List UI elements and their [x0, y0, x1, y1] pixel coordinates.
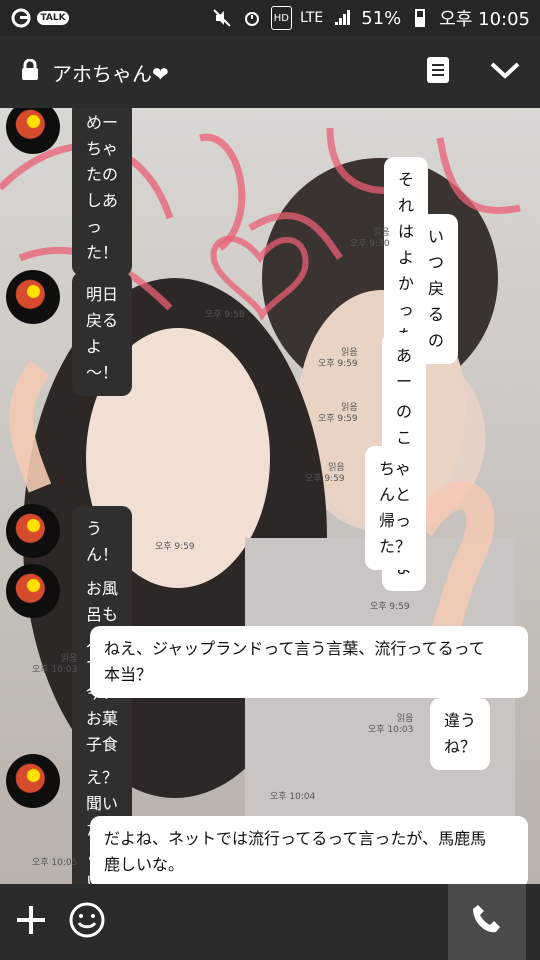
signal-icon — [331, 7, 353, 29]
message-time: 오후 10:04 — [270, 792, 316, 802]
call-button[interactable] — [448, 884, 526, 960]
message-time: 오후 9:58 — [205, 310, 245, 320]
read-indicator: 읽음 — [396, 714, 414, 724]
message-bubble[interactable]: めーちゃたのしあった！ — [72, 108, 132, 276]
read-indicator: 읽음 — [328, 463, 345, 473]
mute-icon — [211, 7, 233, 29]
message-meta: 읽음 오후 10:03 — [368, 714, 413, 736]
clock: 오후 10:05 — [439, 9, 530, 30]
talk-icon: TALK — [37, 7, 69, 29]
chevron-down-icon[interactable] — [490, 60, 520, 84]
message-time: 오후 9:30 — [350, 239, 390, 249]
avatar[interactable] — [6, 564, 60, 618]
message-meta: 읽음 오후 10:03 — [32, 654, 77, 676]
battery-percent: 51% — [361, 7, 402, 29]
message-time: 오후 9:59 — [305, 474, 345, 484]
message-meta: 읽음 오후 9:59 — [305, 463, 345, 485]
alarm-icon — [241, 7, 263, 29]
message-time: 오후 9:59 — [155, 542, 195, 552]
menu-icon[interactable] — [426, 56, 450, 88]
message-bubble[interactable]: だよね、ネットでは流行ってるって言ったが、馬鹿馬 鹿しいな。 — [90, 816, 528, 884]
battery-icon — [409, 7, 431, 29]
read-indicator: 읽음 — [60, 654, 78, 664]
message-time: 오후 10:03 — [32, 665, 78, 675]
message-meta: 읽음 오후 9:59 — [318, 403, 358, 425]
chat-title: アホちゃん❤ — [52, 61, 169, 86]
avatar[interactable] — [6, 754, 60, 808]
lte-label: LTE — [299, 10, 324, 26]
message-bubble[interactable]: 明日戻るよ～！ — [72, 272, 132, 396]
read-indicator: 읽음 — [373, 228, 390, 238]
message-time: 오후 9:59 — [370, 602, 410, 612]
chat-area[interactable]: めーちゃたのしあった！ それはよかった 읽음 오후 9:30 いつ戻るの 明日戻… — [0, 108, 540, 884]
message-bubble[interactable]: ねえ、ジャップランドって言う言葉、流行ってるって 本当？ — [90, 626, 528, 698]
plus-icon[interactable] — [14, 903, 48, 941]
message-meta: 읽음 오후 9:59 — [318, 348, 358, 370]
phone-icon — [470, 903, 504, 941]
talk-label: TALK — [37, 11, 69, 25]
hd-icon: HD — [270, 6, 292, 30]
emoji-icon[interactable] — [68, 901, 106, 943]
g-app-icon — [10, 7, 32, 29]
message-bubble[interactable]: 違うね？ — [430, 698, 490, 770]
chat-header: アホちゃん❤ — [0, 36, 540, 108]
read-indicator: 읽음 — [341, 403, 358, 413]
message-time: 오후 10:05 — [32, 858, 78, 868]
message-time: 오후 9:59 — [318, 414, 358, 424]
message-time: 오후 10:03 — [368, 725, 414, 735]
read-indicator: 읽음 — [341, 348, 358, 358]
message-bubble[interactable]: ちゃんと帰った？ — [365, 446, 425, 570]
lock-icon — [20, 58, 40, 85]
message-meta: 읽음 오후 9:30 — [350, 228, 390, 250]
bottom-bar — [0, 884, 540, 960]
message-time: 오후 9:59 — [318, 359, 358, 369]
status-bar: TALK HD LTE 51% 오후 10:05 — [0, 0, 540, 36]
avatar[interactable] — [6, 270, 60, 324]
avatar[interactable] — [6, 504, 60, 558]
